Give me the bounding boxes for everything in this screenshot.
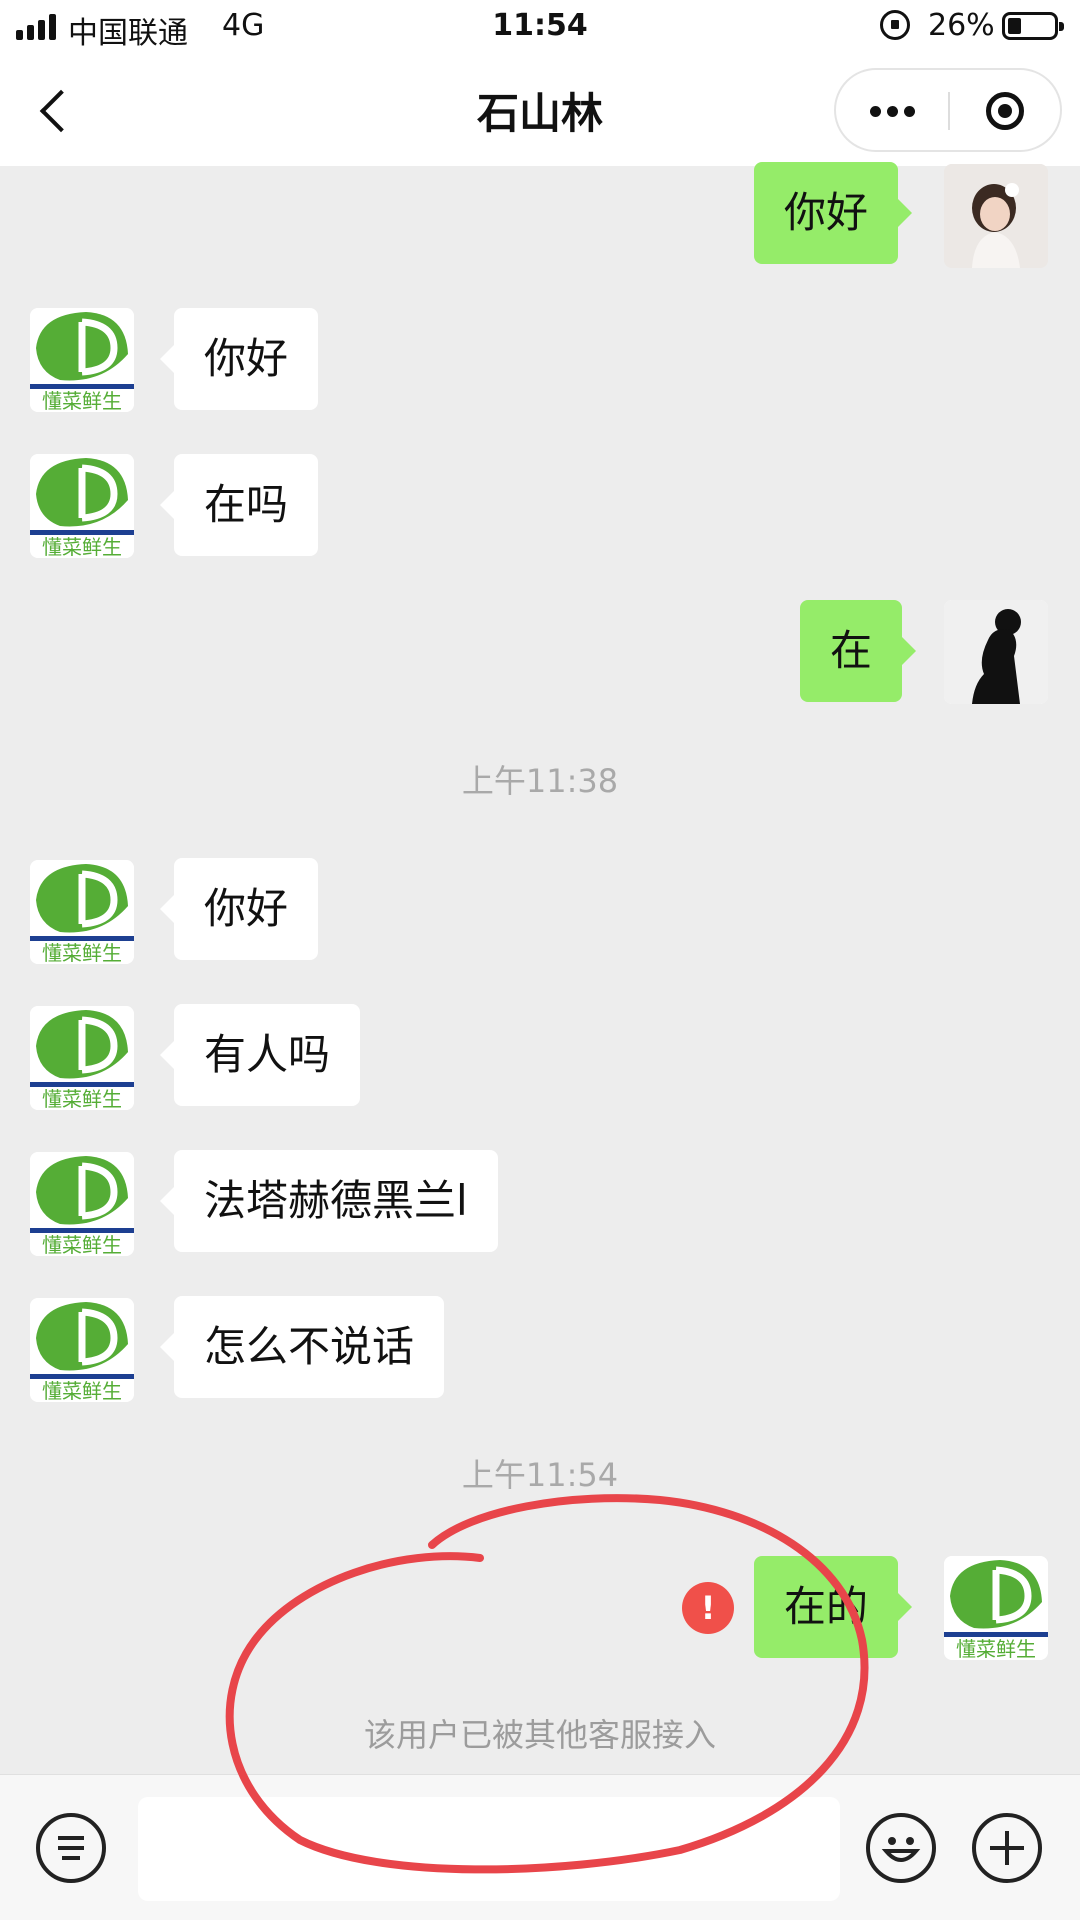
outgoing-message[interactable]: 你好 xyxy=(754,162,913,264)
incoming-message[interactable]: 怎么不说话 xyxy=(159,1296,445,1398)
message-input[interactable] xyxy=(138,1797,840,1901)
status-bar: 中国联通 4G 11:54 26% xyxy=(0,0,1080,56)
navigation-bar: 石山林 xyxy=(0,56,1080,166)
annotation-circle xyxy=(225,1494,869,1874)
emoji-icon[interactable] xyxy=(866,1813,936,1883)
message-timestamp: 上午11:38 xyxy=(461,762,619,800)
capsule-divider xyxy=(948,92,950,130)
svg-text:懂菜鲜生: 懂菜鲜生 xyxy=(42,535,122,558)
merchant-logo-avatar[interactable]: 懂菜鲜生 xyxy=(30,308,134,412)
svg-text:懂菜鲜生: 懂菜鲜生 xyxy=(956,1637,1036,1660)
outgoing-message[interactable]: 在的 xyxy=(754,1556,913,1658)
incoming-message[interactable]: 你好 xyxy=(159,858,319,960)
incoming-message[interactable]: 在吗 xyxy=(159,454,319,556)
silhouette-avatar[interactable] xyxy=(944,600,1048,704)
merchant-logo-avatar[interactable]: 懂菜鲜生 xyxy=(30,454,134,558)
message-timestamp: 上午11:54 xyxy=(461,1456,619,1494)
merchant-logo-avatar[interactable]: 懂菜鲜生 xyxy=(944,1556,1048,1660)
rotation-lock-icon xyxy=(880,10,910,40)
chat-screen: 中国联通 4G 11:54 26% 石山林 你好 懂菜鲜生 你好 懂菜鲜生 在吗… xyxy=(0,0,1080,1920)
system-notice: 该用户已被其他客服接入 xyxy=(363,1716,716,1754)
menu-icon[interactable] xyxy=(36,1813,106,1883)
more-options-icon[interactable] xyxy=(836,70,948,150)
girl-photo-avatar[interactable] xyxy=(944,164,1048,268)
battery-percent: 26% xyxy=(928,8,995,43)
svg-text:懂菜鲜生: 懂菜鲜生 xyxy=(42,389,122,412)
merchant-logo-avatar[interactable]: 懂菜鲜生 xyxy=(30,1298,134,1402)
outgoing-message[interactable]: 在 xyxy=(800,600,917,702)
incoming-message[interactable]: 你好 xyxy=(159,308,319,410)
clock: 11:54 xyxy=(492,8,588,43)
input-bar xyxy=(0,1774,1080,1920)
incoming-message[interactable]: 有人吗 xyxy=(159,1004,361,1106)
svg-text:懂菜鲜生: 懂菜鲜生 xyxy=(42,1087,122,1110)
close-miniprogram-icon[interactable] xyxy=(952,70,1060,150)
add-icon[interactable] xyxy=(972,1813,1042,1883)
incoming-message[interactable]: 法塔赫德黑兰l xyxy=(160,1150,498,1252)
svg-text:懂菜鲜生: 懂菜鲜生 xyxy=(42,941,122,964)
send-failed-icon[interactable]: ! xyxy=(682,1582,734,1634)
merchant-logo-avatar[interactable]: 懂菜鲜生 xyxy=(30,860,134,964)
svg-text:懂菜鲜生: 懂菜鲜生 xyxy=(42,1379,122,1402)
battery-icon xyxy=(1002,12,1064,40)
merchant-logo-avatar[interactable]: 懂菜鲜生 xyxy=(30,1152,134,1256)
merchant-logo-avatar[interactable]: 懂菜鲜生 xyxy=(30,1006,134,1110)
svg-text:懂菜鲜生: 懂菜鲜生 xyxy=(42,1233,122,1256)
miniprogram-capsule xyxy=(834,68,1062,152)
